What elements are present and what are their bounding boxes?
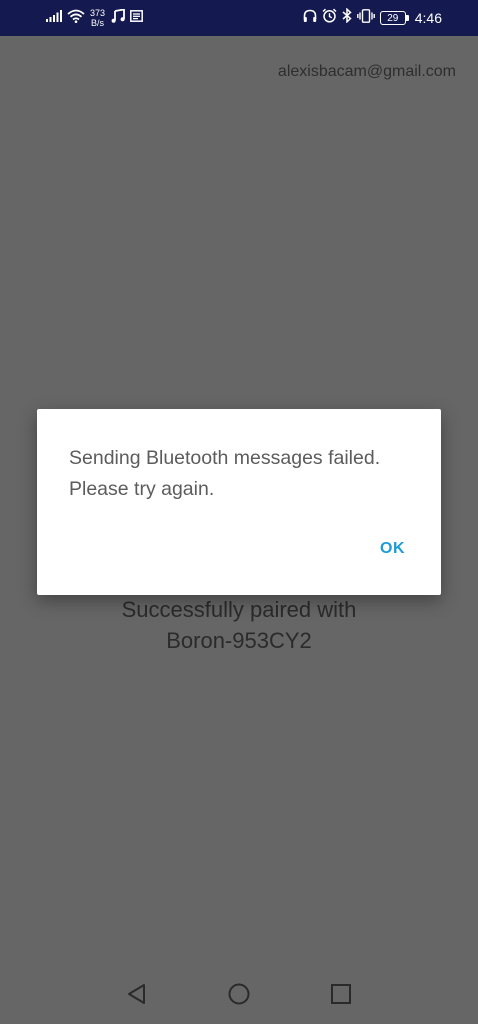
bluetooth-icon	[342, 7, 352, 28]
paired-device-name: Boron-953CY2	[166, 628, 312, 653]
account-email: alexisbacam@gmail.com	[277, 63, 456, 80]
network-speed-value: 373	[90, 8, 106, 18]
error-dialog: Sending Bluetooth messages failed. Pleas…	[37, 409, 441, 595]
status-time: 4:46	[414, 10, 442, 26]
status-left: 373 B/s	[46, 0, 148, 36]
pairing-status: Successfully paired with Boron-953CY2	[0, 594, 478, 656]
network-speed: 373 B/s	[90, 8, 105, 28]
recents-icon[interactable]	[329, 982, 353, 1011]
status-right: 29 4:46	[303, 0, 442, 36]
home-icon[interactable]	[227, 982, 251, 1011]
navigation-bar	[0, 968, 478, 1024]
dialog-message: Sending Bluetooth messages failed. Pleas…	[69, 443, 419, 505]
notification-message-icon	[130, 9, 143, 27]
status-bar: 373 B/s 29 4:46	[0, 0, 478, 36]
battery-level: 29	[387, 12, 399, 24]
wifi-icon	[67, 9, 85, 28]
dialog-message-line1: Sending Bluetooth messages failed.	[69, 447, 381, 469]
pairing-status-line1: Successfully paired with	[121, 597, 357, 622]
music-note-icon	[111, 7, 125, 28]
vibrate-icon	[356, 8, 375, 28]
battery-icon: 29	[379, 11, 409, 25]
dialog-message-line2: Please try again.	[69, 478, 215, 500]
ok-button[interactable]: OK	[380, 540, 405, 558]
alarm-icon	[322, 8, 337, 28]
back-icon[interactable]	[125, 982, 149, 1011]
network-speed-unit: B/s	[91, 18, 105, 28]
headphones-icon	[303, 9, 317, 28]
signal-icon	[46, 9, 62, 27]
